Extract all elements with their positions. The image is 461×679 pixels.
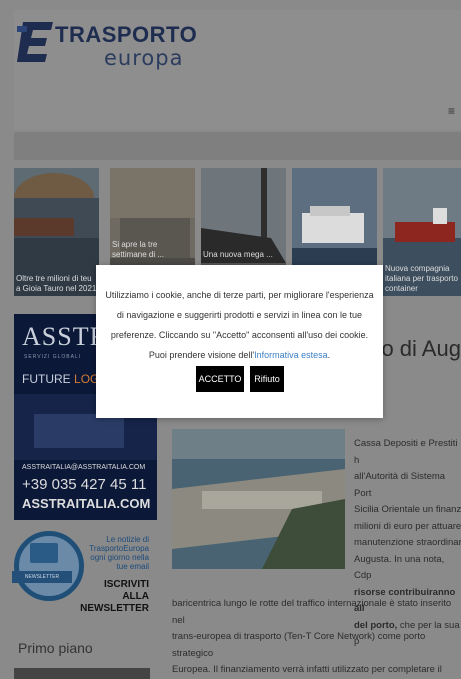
asstra-subtitle: SERVIZI GLOBALI <box>24 354 82 360</box>
article-image <box>172 429 345 569</box>
cookie-link-suffix: . <box>327 350 331 360</box>
newsletter-box[interactable]: NEWSLETTER Le notizie di TrasportoEuropa… <box>12 527 157 625</box>
asstra-email[interactable]: ASSTRAITALIA@ASSTRAITALIA.COM <box>22 464 145 471</box>
logo-subtitle[interactable]: europa <box>104 46 183 70</box>
news-thumb-caption: Oltre tre milioni di teu a Gioia Tauro n… <box>16 274 97 293</box>
asstra-phone[interactable]: +39 035 427 45 11 <box>22 476 146 493</box>
newsletter-description: Le notizie di TrasportoEuropa ogni giorn… <box>89 535 149 571</box>
cookie-policy-link[interactable]: Informativa estesa <box>254 350 328 360</box>
primo-piano-image[interactable] <box>14 668 150 679</box>
cookie-text: Utilizziamo i cookie, anche di terze par… <box>105 290 374 360</box>
news-thumb-caption: Si apre la tre settimane di ... <box>112 240 165 259</box>
logo-e-icon <box>17 22 53 62</box>
asstra-website[interactable]: ASSTRAITALIA.COM <box>22 496 150 511</box>
accept-button[interactable]: ACCETTO <box>196 366 244 392</box>
menu-icon[interactable]: ≡ <box>448 104 455 118</box>
news-thumb-caption: Una nuova mega ... <box>203 250 273 259</box>
newsletter-badge: NEWSLETTER <box>12 571 72 583</box>
cookie-message: Utilizziamo i cookie, anche di terze par… <box>104 285 375 365</box>
cookie-consent-dialog: Utilizziamo i cookie, anche di terze par… <box>96 265 383 418</box>
reject-button[interactable]: Rifiuto <box>250 366 284 392</box>
primo-piano-heading: Primo piano <box>18 640 93 656</box>
envelope-icon <box>30 543 58 563</box>
news-thumb[interactable]: Oltre tre milioni di teu a Gioia Tauro n… <box>14 168 99 296</box>
augusta-port-image <box>172 429 345 569</box>
logo-title[interactable]: TRASPORTO <box>55 22 197 48</box>
newsletter-circle <box>14 531 84 601</box>
news-thumb-caption: Nuova compagnia italiana per trasporto c… <box>385 264 458 293</box>
article-body: baricentrica lungo le rotte del traffico… <box>172 598 452 675</box>
asstra-tagline-a: FUTURE <box>22 372 71 386</box>
article-side-paragraph: Cassa Depositi e Prestiti h all'Autorità… <box>354 438 461 581</box>
newsletter-subscribe[interactable]: ISCRIVITI ALLA NEWSLETTER <box>80 579 149 615</box>
news-thumb[interactable]: Nuova compagnia italiana per trasporto c… <box>383 168 461 296</box>
nav-strip <box>14 132 461 160</box>
